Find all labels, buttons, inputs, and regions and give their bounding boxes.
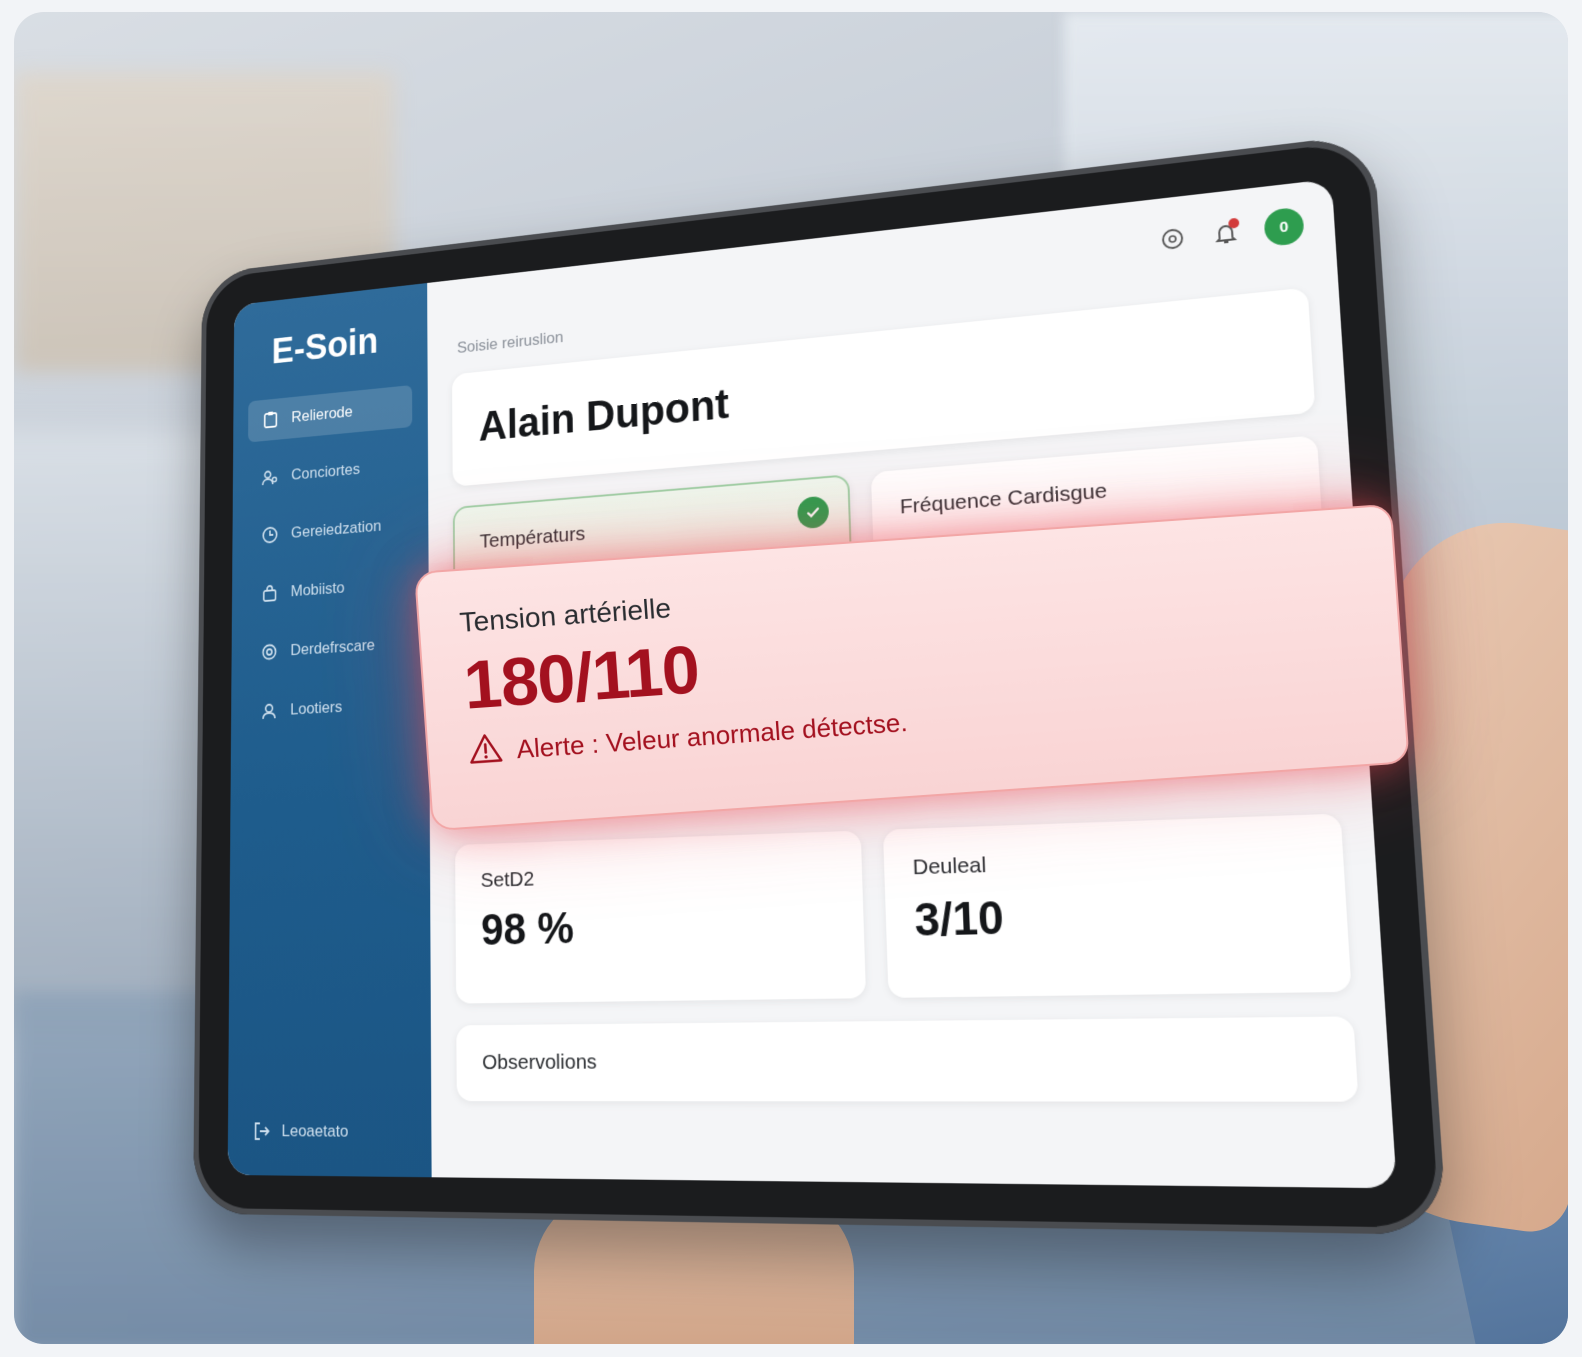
users-icon (261, 466, 279, 487)
clock-icon (261, 524, 280, 545)
pain-label: Deuleal (912, 853, 987, 880)
pain-card[interactable]: Deuleal 3/10 (882, 813, 1352, 998)
avatar[interactable]: 0 (1263, 206, 1305, 248)
spo2-label: SetD2 (480, 867, 535, 892)
logout-label: Leoaetato (281, 1121, 349, 1141)
observations-card[interactable]: Observolions (456, 1016, 1359, 1102)
sidebar-item-gereiedzation[interactable]: Gereiedzation (247, 502, 412, 558)
vitals-grid-bottom: SetD2 98 % Deuleal 3/10 (455, 813, 1352, 1004)
observations-label: Observolions (482, 1050, 597, 1075)
sidebar-item-mobiisto[interactable]: Mobiisto (247, 561, 413, 615)
help-icon[interactable] (1157, 223, 1188, 254)
settings-icon (260, 641, 279, 662)
logout-icon (252, 1120, 271, 1142)
bell-icon[interactable] (1210, 217, 1242, 249)
sidebar-item-label: Derdefrscare (290, 635, 375, 659)
warning-icon (467, 732, 503, 771)
photo-background: E-Soin Relierode Conciortes Gereiedzatio… (14, 12, 1568, 1344)
check-icon (797, 495, 830, 530)
user-icon (260, 700, 279, 721)
bag-icon (260, 583, 279, 604)
sidebar: E-Soin Relierode Conciortes Gereiedzatio… (227, 282, 432, 1178)
spo2-card[interactable]: SetD2 98 % (455, 830, 867, 1004)
clipboard-icon (261, 409, 279, 430)
sidebar-item-conciortes[interactable]: Conciortes (248, 443, 413, 500)
sidebar-item-label: Mobiisto (290, 578, 345, 601)
pain-value: 3/10 (913, 892, 1005, 947)
app-logo: E-Soin (271, 320, 379, 372)
sidebar-item-label: Gereiedzation (290, 516, 382, 542)
logout-button[interactable]: Leoaetato (252, 1120, 348, 1142)
sidebar-item-label: Conciortes (291, 460, 361, 484)
sidebar-item-lootiers[interactable]: Lootiers (246, 681, 413, 733)
sidebar-item-label: Relierode (291, 402, 353, 426)
spo2-value: 98 % (480, 904, 575, 955)
sidebar-item-label: Lootiers (290, 697, 343, 719)
sidebar-item-derdefrscare[interactable]: Derdefrscare (247, 621, 414, 674)
